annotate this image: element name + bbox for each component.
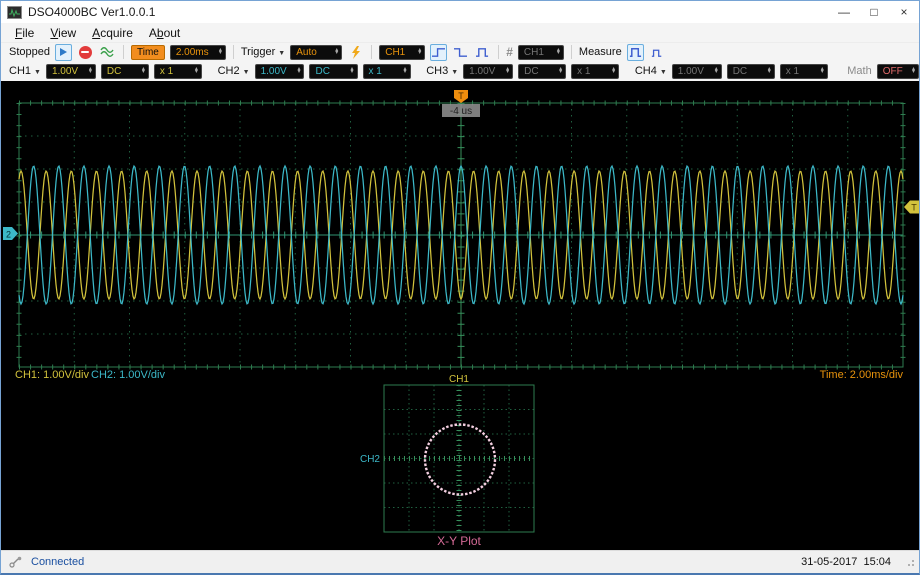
dropdown-chevron-icon: ▴▾ [557, 49, 560, 55]
close-button[interactable]: × [889, 2, 919, 23]
ch4-volts-dropdown[interactable]: 1.00V▴▾ [672, 64, 722, 79]
menu-acquire[interactable]: Acquire [84, 26, 141, 40]
ch3-label[interactable]: CH3▼ [426, 65, 458, 77]
app-window: DSO4000BC Ver1.0.0.1 — □ × File View Acq… [0, 0, 920, 575]
menu-about[interactable]: About [141, 26, 188, 40]
ch2-volts-dropdown[interactable]: 1.00V▴▾ [255, 64, 305, 79]
stop-icon [79, 46, 92, 59]
trigger-mode-dropdown[interactable]: Auto ▴▾ [290, 45, 342, 60]
scope-display: T -4 us 2 T CH1: 1.00V/div CH2: 1.00V/di… [1, 81, 919, 550]
measure-pulse2-icon [651, 46, 663, 58]
dropdown-chevron-icon: ▴▾ [821, 68, 824, 74]
chevron-down-icon: ▼ [660, 69, 667, 76]
dropdown-chevron-icon: ▴▾ [418, 49, 421, 55]
status-bar: Connected 31-05-2017 15:04 [1, 550, 919, 573]
math-dropdown[interactable]: OFF▴▾ [877, 64, 919, 79]
math-label: Math [847, 65, 871, 77]
dropdown-chevron-icon: ▴▾ [335, 49, 338, 55]
dropdown-chevron-icon: ▴▾ [768, 68, 771, 74]
chevron-down-icon: ▼ [243, 69, 250, 76]
ch2-coupling-dropdown[interactable]: DC▴▾ [309, 64, 357, 79]
ch1-readout: CH1: 1.00V/div [15, 369, 89, 381]
app-icon [7, 6, 22, 19]
main-toolbar: Stopped Time 2.00ms ▴▾ Trigger▼ Auto ▴▾ … [1, 43, 919, 61]
ch1-volts-dropdown[interactable]: 1.00V▴▾ [46, 64, 96, 79]
minimize-button[interactable]: — [829, 2, 859, 23]
time-mode-button[interactable]: Time [131, 45, 165, 60]
falling-edge-icon [453, 46, 468, 59]
dropdown-chevron-icon: ▴▾ [404, 68, 407, 74]
ch1-coupling-dropdown[interactable]: DC▴▾ [101, 64, 149, 79]
dropdown-chevron-icon: ▴▾ [912, 68, 915, 74]
chevron-down-icon: ▼ [278, 50, 285, 57]
dropdown-chevron-icon: ▴▾ [142, 68, 145, 74]
chevron-down-icon: ▼ [451, 69, 458, 76]
wave-icon [100, 46, 115, 58]
ch2-marker-label: 2 [6, 230, 11, 240]
rising-edge-button[interactable] [430, 44, 447, 61]
xy-x-label: CH1 [449, 374, 469, 385]
ch4-probe-dropdown[interactable]: x 1▴▾ [780, 64, 828, 79]
measure-pulse-button[interactable] [627, 44, 644, 61]
cursor-grid-icon: # [506, 45, 513, 59]
dropdown-chevron-icon: ▴▾ [297, 68, 300, 74]
window-title: DSO4000BC Ver1.0.0.1 [28, 5, 155, 19]
resize-grip[interactable] [905, 557, 915, 567]
menu-view[interactable]: View [42, 26, 84, 40]
lightning-icon [351, 46, 361, 59]
autoset-button[interactable] [99, 44, 116, 61]
ch2-label[interactable]: CH2▼ [218, 65, 250, 77]
chevron-down-icon: ▼ [34, 69, 41, 76]
menu-file[interactable]: File [7, 26, 42, 40]
trigger-flag-letter: T [458, 91, 464, 101]
dropdown-chevron-icon: ▴▾ [219, 49, 222, 55]
trigger-level-letter: T [911, 203, 917, 213]
falling-edge-button[interactable] [452, 44, 469, 61]
datetime-label: 31-05-2017 15:04 [801, 556, 891, 568]
connection-status: Connected [31, 556, 84, 568]
run-button[interactable] [55, 44, 72, 61]
dropdown-chevron-icon: ▴▾ [506, 68, 509, 74]
ch3-volts-dropdown[interactable]: 1.00V▴▾ [463, 64, 513, 79]
stop-button[interactable] [77, 44, 94, 61]
dropdown-chevron-icon: ▴▾ [195, 68, 198, 74]
maximize-button[interactable]: □ [859, 2, 889, 23]
time-readout: Time: 2.00ms/div [820, 369, 904, 381]
trigger-source-dropdown[interactable]: CH1 ▴▾ [379, 45, 425, 60]
ch4-coupling-dropdown[interactable]: DC▴▾ [727, 64, 775, 79]
xy-y-label: CH2 [360, 454, 380, 465]
dropdown-chevron-icon: ▴▾ [559, 68, 562, 74]
ch2-readout: CH2: 1.00V/div [91, 369, 165, 381]
dropdown-chevron-icon: ▴▾ [350, 68, 353, 74]
measure-pulse2-button[interactable] [649, 44, 666, 61]
measure-pulse-icon [629, 46, 642, 59]
force-trigger-button[interactable] [347, 44, 364, 61]
rising-edge-icon [431, 46, 446, 59]
menu-bar: File View Acquire About [1, 23, 919, 43]
ch4-label[interactable]: CH4▼ [635, 65, 667, 77]
alt-source-dropdown[interactable]: CH1 ▴▾ [518, 45, 564, 60]
trigger-time-label: -4 us [450, 106, 472, 117]
xy-plot-title: X-Y Plot [437, 534, 481, 548]
dropdown-chevron-icon: ▴▾ [89, 68, 92, 74]
timebase-dropdown[interactable]: 2.00ms ▴▾ [170, 45, 226, 60]
pulse-trigger-button[interactable] [474, 44, 491, 61]
run-status-label: Stopped [9, 46, 50, 58]
dropdown-chevron-icon: ▴▾ [715, 68, 718, 74]
ch1-probe-dropdown[interactable]: x 1▴▾ [154, 64, 202, 79]
dropdown-chevron-icon: ▴▾ [612, 68, 615, 74]
ch2-probe-dropdown[interactable]: x 1▴▾ [363, 64, 411, 79]
trigger-label[interactable]: Trigger▼ [241, 46, 285, 58]
measure-label[interactable]: Measure [579, 46, 622, 58]
pulse-icon [475, 46, 490, 59]
channel-toolbar: CH1▼ 1.00V▴▾ DC▴▾ x 1▴▾ CH2▼ 1.00V▴▾ DC▴… [1, 61, 919, 81]
ch3-probe-dropdown[interactable]: x 1▴▾ [571, 64, 619, 79]
ch3-coupling-dropdown[interactable]: DC▴▾ [518, 64, 566, 79]
connection-icon [9, 556, 23, 568]
title-bar: DSO4000BC Ver1.0.0.1 — □ × [1, 1, 919, 23]
scope-canvas: T -4 us 2 T CH1: 1.00V/div CH2: 1.00V/di… [1, 81, 920, 550]
play-icon [58, 47, 68, 57]
ch1-label[interactable]: CH1▼ [9, 65, 41, 77]
